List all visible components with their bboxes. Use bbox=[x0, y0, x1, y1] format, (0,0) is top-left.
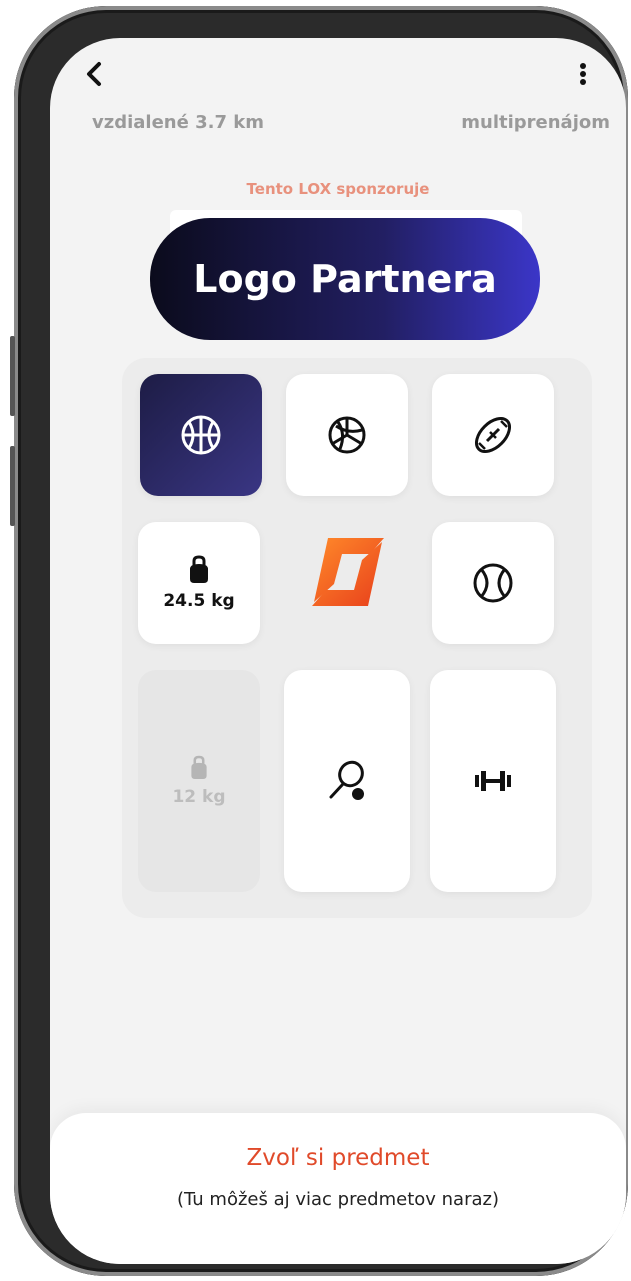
volleyball-icon bbox=[328, 416, 366, 454]
partner-logo-text: Logo Partnera bbox=[193, 257, 497, 301]
phone-frame: vzdialené 3.7 km multiprenájom Tento LOX… bbox=[10, 6, 628, 1276]
tile-dumbbell[interactable] bbox=[430, 670, 556, 892]
dumbbell-icon bbox=[475, 771, 511, 791]
info-row: vzdialené 3.7 km multiprenájom bbox=[50, 112, 626, 142]
side-button bbox=[10, 446, 15, 526]
basketball-icon bbox=[181, 415, 221, 455]
tile-basketball[interactable] bbox=[140, 374, 262, 496]
cta-subtitle: (Tu môžeš aj viac predmetov naraz) bbox=[177, 1189, 499, 1210]
lox-logo-icon bbox=[312, 538, 384, 606]
partner-logo[interactable]: Logo Partnera bbox=[150, 218, 540, 340]
kettlebell-weight-disabled: 12 kg bbox=[172, 787, 226, 807]
tile-kettlebell-disabled: 12 kg bbox=[138, 670, 260, 892]
side-button bbox=[10, 336, 15, 416]
tennis-ball-icon bbox=[473, 563, 513, 603]
kettlebell-icon bbox=[191, 755, 207, 779]
kettlebell-icon bbox=[190, 555, 208, 583]
tennis-racket-icon bbox=[329, 760, 364, 800]
select-item-sheet[interactable]: Zvoľ si predmet (Tu môžeš aj viac predme… bbox=[50, 1113, 626, 1264]
tile-kettlebell[interactable]: 24.5 kg bbox=[138, 522, 260, 644]
tile-american-football[interactable] bbox=[432, 374, 554, 496]
sponsor-label: Tento LOX sponzoruje bbox=[246, 180, 430, 198]
more-menu-button[interactable] bbox=[578, 60, 588, 88]
kettlebell-weight: 24.5 kg bbox=[163, 591, 235, 611]
lox-logo bbox=[300, 524, 396, 620]
cta-title: Zvoľ si predmet bbox=[246, 1145, 430, 1171]
tile-tennis-racket[interactable] bbox=[284, 670, 410, 892]
app-screen: vzdialené 3.7 km multiprenájom Tento LOX… bbox=[50, 38, 626, 1264]
rental-mode-text: multiprenájom bbox=[461, 112, 610, 133]
tile-volleyball[interactable] bbox=[286, 374, 408, 496]
chevron-left-icon bbox=[87, 62, 101, 86]
more-vertical-icon bbox=[580, 63, 586, 85]
american-football-icon bbox=[475, 417, 511, 453]
back-button[interactable] bbox=[84, 60, 104, 88]
distance-text: vzdialené 3.7 km bbox=[92, 112, 264, 133]
tile-tennis-ball[interactable] bbox=[432, 522, 554, 644]
